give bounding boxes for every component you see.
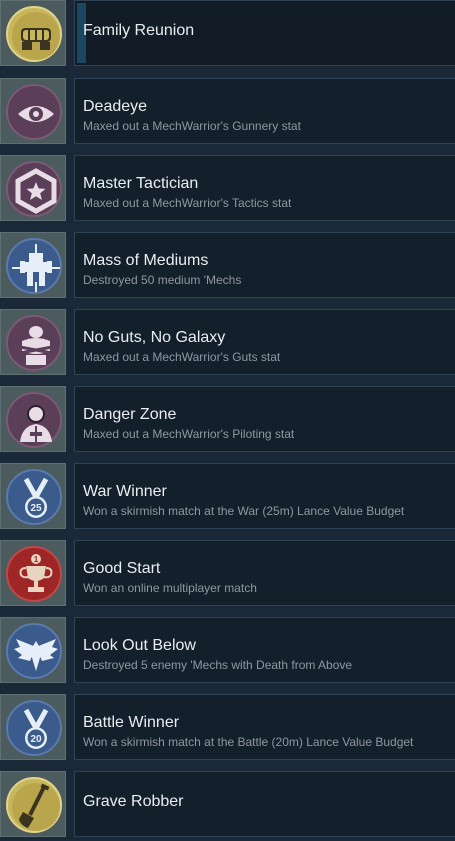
winged-emblem-icon [6, 623, 62, 679]
achievement-thumbnail [0, 78, 66, 144]
achievement-thumbnail [0, 309, 66, 375]
achievement-row[interactable]: Danger Zone Maxed out a MechWarrior's Pi… [0, 386, 455, 452]
achievement-thumbnail: 1 [0, 540, 66, 606]
achievement-title: Good Start [83, 560, 161, 577]
achievement-title: Battle Winner [83, 714, 180, 731]
clasped-fists-icon [6, 6, 62, 62]
star-emblem-icon [6, 161, 62, 217]
achievement-card: Grave Robber [74, 771, 455, 837]
achievement-thumbnail [0, 386, 66, 452]
achievement-thumbnail [0, 771, 66, 837]
achievement-row[interactable]: 20 Battle Winner Won a skirmish match at… [0, 694, 455, 760]
achievement-row[interactable]: Grave Robber [0, 771, 455, 837]
achievement-description: Maxed out a MechWarrior's Guts stat [83, 350, 281, 364]
achievement-description: Maxed out a MechWarrior's Tactics stat [83, 196, 292, 210]
achievement-thumbnail [0, 232, 66, 298]
achievement-row[interactable]: No Guts, No Galaxy Maxed out a MechWarri… [0, 309, 455, 375]
achievement-title: Danger Zone [83, 406, 177, 423]
achievement-description: Won a skirmish match at the War (25m) La… [83, 504, 405, 518]
achievement-thumbnail [0, 617, 66, 683]
achievement-thumbnail: 25 [0, 463, 66, 529]
medal-number: 20 [30, 734, 42, 745]
achievement-description: Won a skirmish match at the Battle (20m)… [83, 735, 414, 749]
achievement-description: Maxed out a MechWarrior's Piloting stat [83, 427, 295, 441]
pilot-icon [6, 392, 62, 448]
achievement-description: Destroyed 50 medium 'Mechs [83, 273, 242, 287]
achievement-row[interactable]: Look Out Below Destroyed 5 enemy 'Mechs … [0, 617, 455, 683]
trophy-number: 1 [34, 555, 39, 564]
achievement-thumbnail [0, 155, 66, 221]
crossed-arms-icon [6, 315, 62, 371]
medal-number: 25 [30, 503, 42, 514]
achievement-card: Family Reunion [74, 0, 455, 66]
achievement-thumbnail: 20 [0, 694, 66, 760]
achievement-title: Mass of Mediums [83, 252, 209, 269]
achievement-card: Good Start Won an online multiplayer mat… [74, 540, 455, 606]
achievement-card: Look Out Below Destroyed 5 enemy 'Mechs … [74, 617, 455, 683]
achievement-description: Maxed out a MechWarrior's Gunnery stat [83, 119, 301, 133]
achievement-title: War Winner [83, 483, 167, 500]
achievement-title: Family Reunion [83, 22, 195, 39]
achievement-row[interactable]: Family Reunion [0, 0, 455, 66]
eye-icon [6, 84, 62, 140]
achievement-card: Mass of Mediums Destroyed 50 medium 'Mec… [74, 232, 455, 298]
achievement-description: Won an online multiplayer match [83, 581, 257, 595]
medal-20-icon: 20 [6, 700, 62, 756]
achievement-card: War Winner Won a skirmish match at the W… [74, 463, 455, 529]
trophy-icon: 1 [6, 546, 62, 602]
achievement-card: No Guts, No Galaxy Maxed out a MechWarri… [74, 309, 455, 375]
achievement-row[interactable]: Mass of Mediums Destroyed 50 medium 'Mec… [0, 232, 455, 298]
shovel-icon [6, 777, 62, 833]
achievement-description: Destroyed 5 enemy 'Mechs with Death from… [83, 658, 353, 672]
achievement-card: Danger Zone Maxed out a MechWarrior's Pi… [74, 386, 455, 452]
achievement-card: Deadeye Maxed out a MechWarrior's Gunner… [74, 78, 455, 144]
achievement-row[interactable]: Deadeye Maxed out a MechWarrior's Gunner… [0, 78, 455, 144]
achievement-card: Battle Winner Won a skirmish match at th… [74, 694, 455, 760]
medal-25-icon: 25 [6, 469, 62, 525]
achievement-row[interactable]: Master Tactician Maxed out a MechWarrior… [0, 155, 455, 221]
achievement-title: No Guts, No Galaxy [83, 329, 226, 346]
achievement-title: Look Out Below [83, 637, 196, 654]
achievement-title: Deadeye [83, 98, 148, 115]
achievement-title: Master Tactician [83, 175, 199, 192]
achievement-title: Grave Robber [83, 793, 184, 810]
achievement-row[interactable]: 25 War Winner Won a skirmish match at th… [0, 463, 455, 529]
achievement-card: Master Tactician Maxed out a MechWarrior… [74, 155, 455, 221]
achievement-list: Family Reunion Deadeye Maxed out a MechW… [0, 0, 455, 841]
mech-target-icon [6, 238, 62, 294]
achievement-thumbnail [0, 0, 66, 66]
achievement-row[interactable]: 1 Good Start Won an online multiplayer m… [0, 540, 455, 606]
